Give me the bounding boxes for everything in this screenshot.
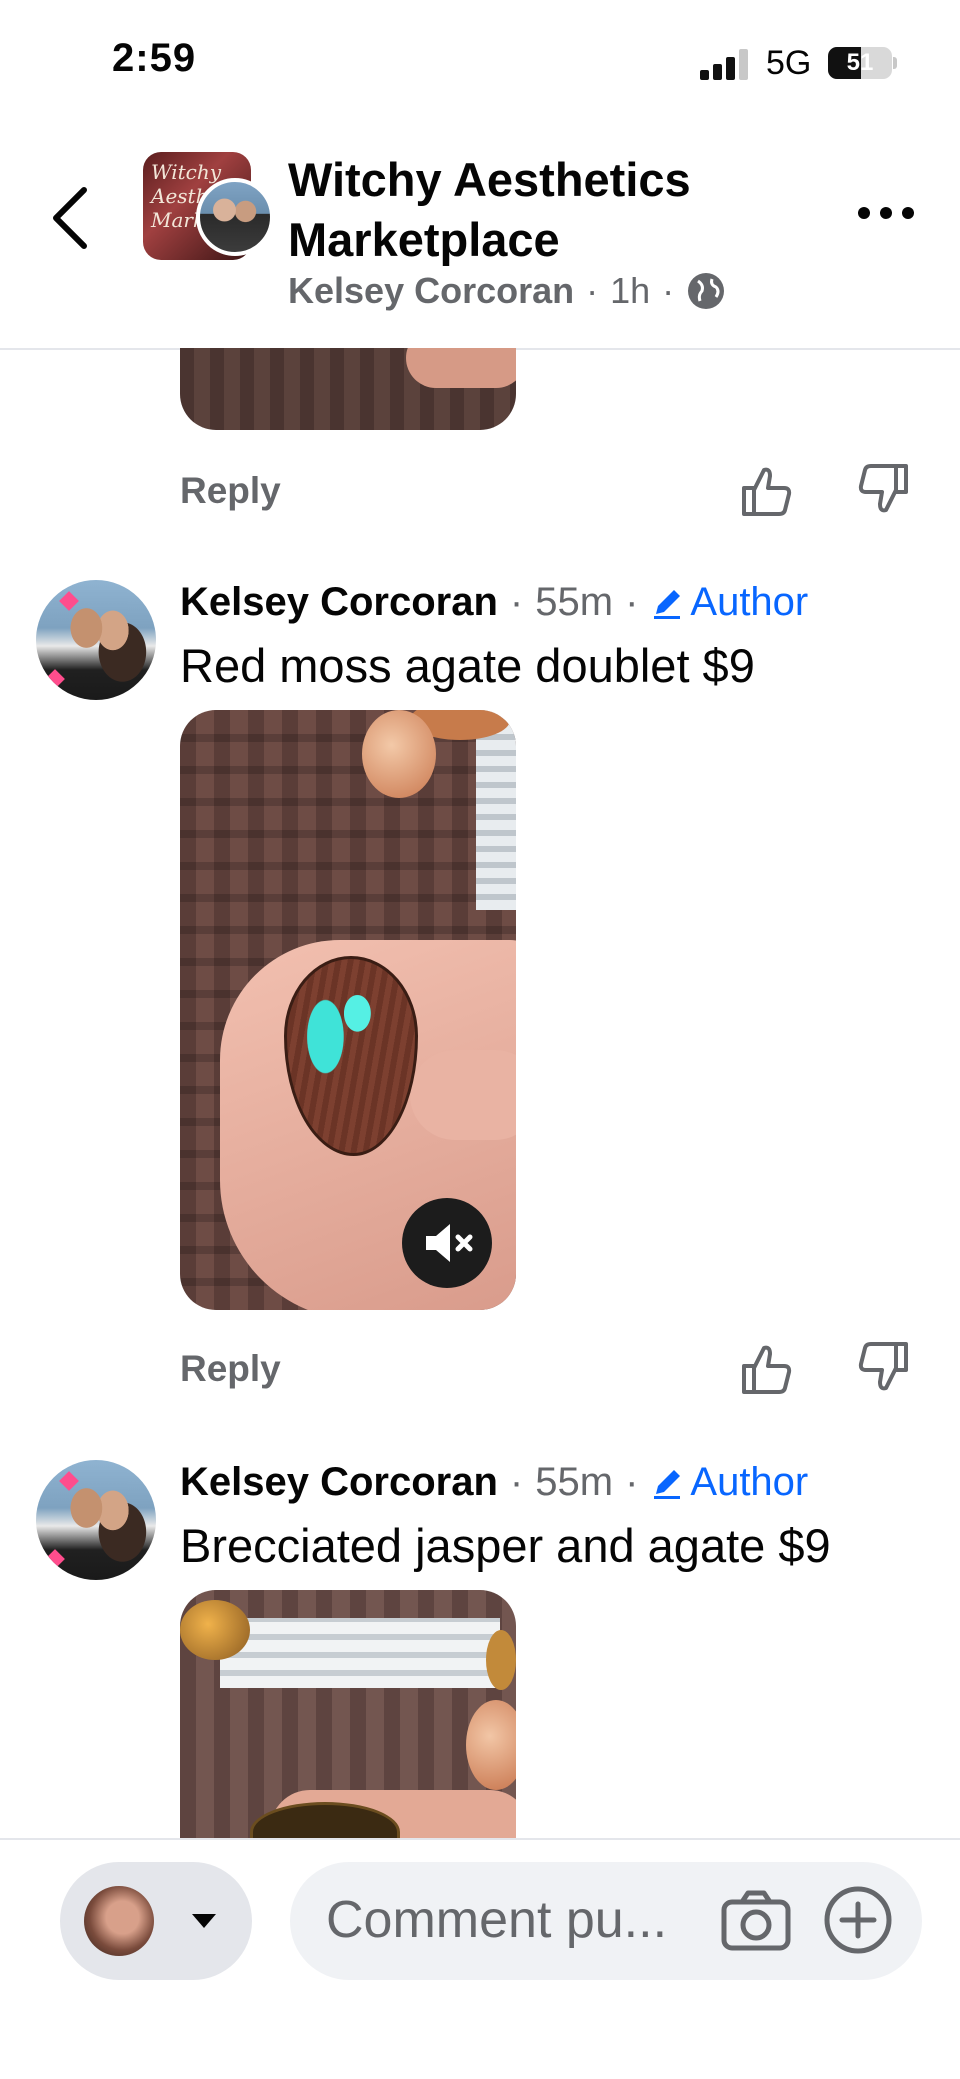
meta-separator: · [625,580,639,624]
like-button[interactable] [740,1340,792,1396]
author-badge-label: Author [690,1460,809,1504]
thumbs-down-icon [858,1342,908,1391]
battery-icon: 51 [828,47,892,79]
comment-time: 55m [535,580,614,624]
author-badge: Author [650,1460,808,1505]
post-author[interactable]: Kelsey Corcoran [288,270,574,312]
comment-video[interactable] [180,710,516,1310]
comment-author[interactable]: Kelsey Corcoran [180,580,498,625]
speaker-muted-icon [426,1224,473,1262]
camera-icon [721,1890,791,1951]
group-title[interactable]: Witchy Aesthetics Marketplace [288,150,848,270]
comment-as-selector[interactable] [60,1862,252,1980]
like-button[interactable] [740,462,792,518]
back-button[interactable] [44,178,104,258]
meta-separator: · [662,270,675,311]
author-avatar[interactable] [196,178,274,256]
mute-toggle-button[interactable] [402,1198,492,1288]
chevron-left-icon [53,187,87,249]
author-badge: Author [650,580,808,625]
network-type: 5G [766,44,812,82]
comment-time: 55m [535,1460,614,1504]
author-badge-label: Author [690,580,809,624]
camera-button[interactable] [720,1886,792,1956]
globe-icon [688,273,725,309]
status-bar: 2:59 5G 51 [0,0,960,130]
dislike-button[interactable] [858,1340,910,1396]
meta-separator: · [509,580,524,624]
avatar [84,1886,154,1956]
meta-separator: · [625,1460,639,1504]
comment-header: Kelsey Corcoran · 55m · Author [180,1460,808,1505]
comment-input-placeholder: Comment pu... [326,1891,668,1949]
plus-circle-icon [824,1886,892,1954]
pencil-icon [654,589,681,619]
pencil-icon [654,1469,681,1499]
cellular-signal-icon [700,48,752,80]
post-meta: Kelsey Corcoran · 1h · [288,270,726,312]
previous-comment-actions: Reply [180,462,920,522]
thumbs-up-icon [742,1345,792,1394]
comment-composer: Comment pu... [0,1838,960,2079]
dislike-button[interactable] [858,462,910,518]
thumbs-down-icon [858,464,908,513]
commenter-avatar[interactable] [36,1460,156,1580]
thumbs-up-icon [742,467,792,516]
comment-video[interactable] [180,1590,516,1840]
previous-comment-media[interactable] [180,348,516,430]
more-options-button[interactable] [856,198,916,228]
comment-text: Brecciated jasper and agate $9 [180,1519,831,1572]
caret-down-icon [192,1914,216,1928]
more-icon [858,207,914,219]
post-time: 1h [610,270,651,311]
comment-input[interactable]: Comment pu... [290,1862,922,1980]
comment-header: Kelsey Corcoran · 55m · Author [180,580,808,625]
battery-level: 51 [846,49,874,76]
reply-button[interactable]: Reply [180,1348,281,1390]
post-header: Witchy Aesth Mark Witchy Aesthetics Mark… [0,130,960,350]
meta-separator: · [509,1460,524,1504]
add-attachment-button[interactable] [822,1882,894,1958]
comment-actions: Reply [180,1340,920,1400]
battery-cap [893,57,897,69]
comment-text: Red moss agate doublet $9 [180,639,755,692]
meta-separator: · [586,270,599,311]
comment-author[interactable]: Kelsey Corcoran [180,1460,498,1505]
status-time: 2:59 [112,36,197,80]
reply-button[interactable]: Reply [180,470,281,512]
commenter-avatar[interactable] [36,580,156,700]
